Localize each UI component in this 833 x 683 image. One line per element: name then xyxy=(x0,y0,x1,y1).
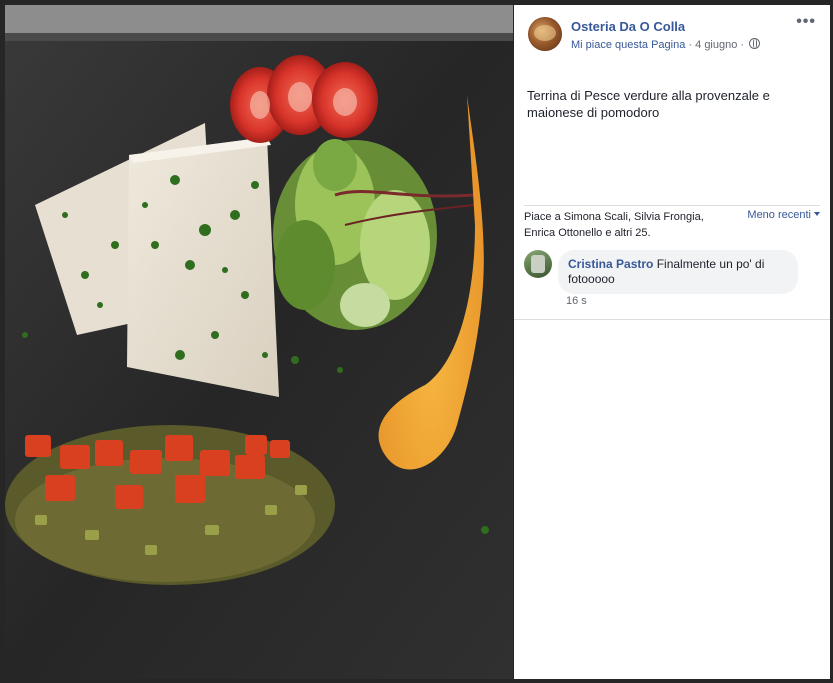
like-page-link[interactable]: Mi piace questa Pagina xyxy=(571,39,685,51)
comment-author[interactable]: Cristina Pastro xyxy=(568,257,653,271)
meta-separator-2: · xyxy=(737,39,748,51)
food-photo-image xyxy=(5,5,513,679)
meta-separator: · xyxy=(685,39,696,51)
commenter-avatar[interactable] xyxy=(524,250,552,278)
post-meta: Mi piace questa Pagina · 4 giugno · xyxy=(571,38,761,51)
post-caption: Terrina di Pesce verdure alla provenzale… xyxy=(527,88,770,120)
globe-icon xyxy=(749,38,761,49)
comment-sort-dropdown[interactable]: Meno recenti xyxy=(747,209,820,221)
photo-viewer: Osteria Da O Colla Mi piace questa Pagin… xyxy=(0,0,833,683)
reactions-bar: Piace a Simona Scali, Silvia Frongia, En… xyxy=(514,205,830,239)
page-avatar[interactable] xyxy=(528,17,562,51)
post-header: Osteria Da O Colla Mi piace questa Pagin… xyxy=(514,5,830,67)
comment-bubble: Cristina Pastro Finalmente un po' di fot… xyxy=(558,250,798,294)
divider xyxy=(524,205,820,206)
post-date[interactable]: 4 giugno xyxy=(695,39,737,51)
caret-down-icon xyxy=(814,212,820,216)
comment-timestamp[interactable]: 16 s xyxy=(566,295,587,307)
more-horizontal-icon[interactable]: ••• xyxy=(796,13,816,31)
divider xyxy=(514,319,830,320)
page-name-link[interactable]: Osteria Da O Colla xyxy=(571,19,685,34)
post-side-panel: Osteria Da O Colla Mi piace questa Pagin… xyxy=(514,5,830,679)
post-photo[interactable] xyxy=(5,5,513,679)
likes-summary[interactable]: Piace a Simona Scali, Silvia Frongia, En… xyxy=(524,209,729,241)
sort-label: Meno recenti xyxy=(747,209,811,221)
